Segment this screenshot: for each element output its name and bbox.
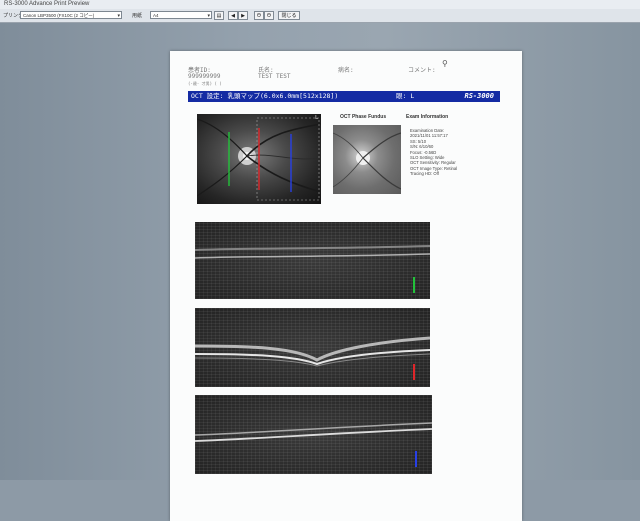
exam-info-title: Exam Information: [406, 114, 449, 120]
exam-info-line: Tracing HD: Off: [410, 171, 439, 177]
chevron-down-icon: ▾: [207, 13, 210, 19]
prev-page-button[interactable]: ◀: [228, 11, 238, 20]
next-page-button[interactable]: ▶: [238, 11, 248, 20]
chevron-down-icon: ▾: [117, 13, 120, 19]
paper-select-value: A4: [153, 13, 159, 18]
exam-info-list: Examination Date: 2021/11/01 11:57:17 SS…: [410, 128, 457, 177]
red-line-marker: [413, 364, 415, 380]
blue-line-marker: [415, 451, 417, 467]
bscan-red: [195, 308, 430, 387]
bscan-green: [195, 222, 430, 299]
phase-fundus-image: [333, 125, 401, 194]
paper-select[interactable]: A4 ▾: [150, 11, 212, 19]
oct-settings-text: OCT 設定: 乳頭マップ(6.0x6.0mm[512x128]): [191, 92, 339, 100]
zoom-in-button[interactable]: Θ: [254, 11, 264, 20]
search-icon: ⚲: [442, 59, 448, 68]
disease-label: 病名:: [338, 67, 354, 74]
paper-label: 用紙: [132, 13, 143, 19]
patient-id-value: 999999999: [188, 73, 221, 80]
window-title: RS-3000 Advance Print Preview: [0, 0, 640, 9]
phase-fundus-title: OCT Phase Fundus: [340, 114, 387, 120]
close-button[interactable]: 閉じる: [278, 11, 300, 20]
oct-settings-bar: OCT 設定: 乳頭マップ(6.0x6.0mm[512x128]) 眼: L R…: [188, 91, 500, 102]
eye-label: 眼: L: [396, 92, 415, 100]
comment-label: コメント:: [408, 67, 436, 74]
printer-select[interactable]: Canon LBP3500 (FX10C (2 コピー) ▾: [20, 11, 122, 19]
printer-select-value: Canon LBP3500 (FX10C (2 コピー): [23, 13, 95, 18]
print-icon[interactable]: ▤: [214, 11, 224, 20]
toolbar: プリンタ Canon LBP3500 (FX10C (2 コピー) ▾ 用紙 A…: [0, 9, 640, 23]
green-line-marker: [413, 277, 415, 293]
fundus-image: L: [197, 114, 321, 204]
fundus-eye-marker: L: [315, 115, 318, 121]
preview-area: 患者ID: 999999999 (-歳- 才男) ( ) 氏名: TEST TE…: [0, 23, 640, 521]
report-page: 患者ID: 999999999 (-歳- 才男) ( ) 氏名: TEST TE…: [170, 51, 522, 521]
name-value: TEST TEST: [258, 73, 291, 80]
bscan-blue: [195, 395, 432, 474]
device-logo: RS-3000: [464, 92, 494, 100]
patient-sub: (-歳- 才男) ( ): [188, 81, 222, 86]
zoom-out-button[interactable]: Θ: [264, 11, 274, 20]
